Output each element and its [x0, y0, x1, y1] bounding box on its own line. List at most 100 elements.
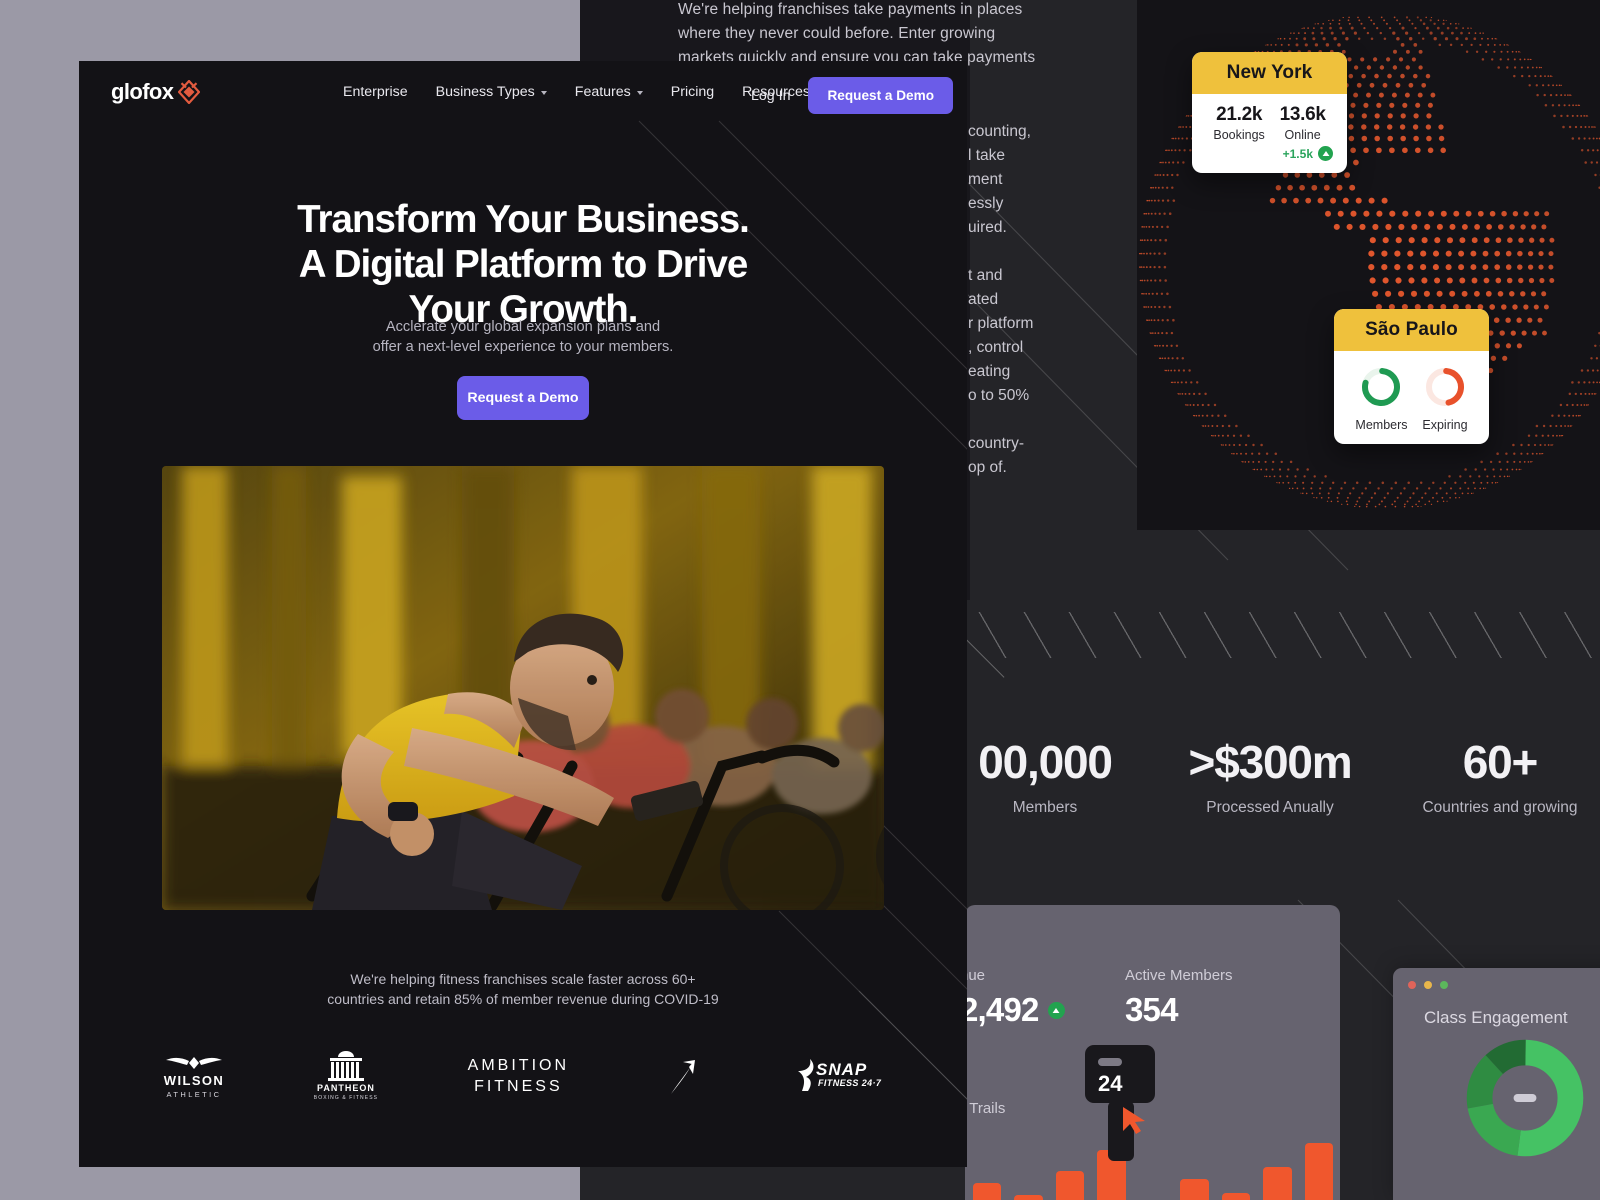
metric-delta: +1.5k	[1206, 146, 1333, 161]
ring-row: Members Expiring	[1348, 361, 1475, 432]
donut-ring-members-icon	[1362, 368, 1401, 406]
login-link[interactable]: Log In	[733, 88, 808, 104]
metric-label: Online	[1284, 128, 1321, 142]
metric-online: 13.6k Online	[1280, 104, 1326, 142]
nav-item-pricing[interactable]: Pricing	[657, 84, 728, 100]
metric-row: 21.2k Bookings 13.6k Online	[1206, 104, 1333, 142]
subtitle-line-2: offer a next-level experience to your me…	[372, 339, 674, 355]
bar	[1180, 1179, 1209, 1200]
city-card-title: São Paulo	[1334, 309, 1489, 351]
svg-text:SNAP: SNAP	[816, 1060, 867, 1079]
partner-name: WILSON	[163, 1073, 225, 1088]
chevron-down-icon	[540, 91, 547, 95]
bar	[1263, 1167, 1292, 1200]
diamond-fox-icon	[178, 80, 201, 104]
ring-label: Members	[1355, 418, 1408, 432]
dashboard-card[interactable]: nue 2,492 Active Members 354 e Trails	[965, 905, 1340, 1200]
partner-name: AMBITION	[467, 1056, 570, 1074]
title-line-2: A Digital Platform to Drive	[298, 242, 749, 286]
delta-value: +1.5k	[1282, 146, 1313, 161]
active-label: Active Members	[1125, 967, 1233, 984]
globe-panel: New York 21.2k Bookings 13.6k Online +1.…	[1137, 0, 1600, 530]
cursor-pointer-icon	[1123, 1107, 1145, 1134]
partner-logo-wilson: WILSON ATHLETIC	[164, 1053, 224, 1099]
chart-tooltip: 24	[1085, 1045, 1155, 1113]
window-title: Class Engagement	[1424, 1008, 1568, 1027]
stat-caption: Processed Anually	[1206, 799, 1334, 816]
ring-members: Members	[1355, 365, 1408, 432]
nav-label: Business Types	[435, 84, 535, 100]
foreground-landing-panel: glofox Enterprise Business Types Feature…	[79, 61, 967, 1167]
close-dot-icon[interactable]	[1408, 981, 1416, 989]
request-demo-button-nav[interactable]: Request a Demo	[808, 77, 953, 114]
class-engagement-window[interactable]: Class Engagement	[1393, 968, 1600, 1200]
stat-number: >$300m	[1188, 736, 1353, 788]
city-card-sao-paulo[interactable]: São Paulo Members Expiring	[1334, 309, 1489, 444]
brand-logo[interactable]: glofox	[111, 79, 201, 105]
tooltip-pill	[1098, 1058, 1122, 1066]
up-triangle-icon	[1047, 1001, 1065, 1019]
revenue-label: nue	[965, 967, 986, 984]
partner-logo-ambition-fitness: AMBITION FITNESS	[468, 1057, 569, 1096]
partner-sub: BOXING & FITNESS	[313, 1095, 379, 1101]
stat-number: 60+	[1462, 736, 1539, 788]
minimize-dot-icon[interactable]	[1424, 981, 1432, 989]
hero-subtitle: Acclerate your global expansion plans an…	[223, 317, 823, 357]
bar	[1014, 1195, 1043, 1200]
partner-name: PANTHEON	[317, 1083, 375, 1093]
request-demo-button-hero[interactable]: Request a Demo	[457, 376, 589, 420]
bar	[1055, 1171, 1085, 1200]
nav-item-features[interactable]: Features	[561, 84, 657, 100]
subtitle-line-1: Acclerate your global expansion plans an…	[385, 319, 661, 335]
maximize-dot-icon[interactable]	[1440, 981, 1448, 989]
arrow-icon	[670, 1060, 695, 1094]
partner-sub: ATHLETIC	[166, 1090, 222, 1099]
metric-bookings: 21.2k Bookings	[1213, 104, 1264, 142]
ring-expiring: Expiring	[1422, 365, 1468, 432]
nav-actions: Log In Request a Demo	[733, 77, 953, 114]
metric-value: 21.2k	[1216, 104, 1263, 125]
dashboard-bar-chart	[973, 1135, 1333, 1200]
ring-label: Expiring	[1422, 418, 1468, 432]
title-line-1: Transform Your Business.	[297, 197, 750, 241]
dashboard-trails-label: e Trails	[965, 1100, 1006, 1117]
window-traffic-lights	[1408, 981, 1448, 989]
bar	[1304, 1143, 1333, 1200]
tooltip-value: 24	[1098, 1071, 1123, 1096]
nav-label: Enterprise	[343, 84, 408, 100]
social-proof-line-1: We're helping fitness franchises scale f…	[350, 971, 696, 987]
stat-countries: 60+ Countries and growing	[1390, 735, 1600, 817]
building-icon	[327, 1051, 364, 1081]
partner-logo-snap-fitness: SNAP FITNESS 24·7	[792, 1059, 882, 1093]
stat-processed: >$300m Processed Anually	[1160, 735, 1380, 817]
diagonal-stripe-band	[960, 612, 1600, 658]
bar	[973, 1183, 1002, 1200]
metric-value: 13.6k	[1279, 104, 1326, 125]
partner-logo-pantheon: PANTHEON BOXING & FITNESS	[314, 1051, 378, 1101]
nav-label: Pricing	[670, 84, 715, 100]
brand-name: glofox	[111, 79, 174, 104]
nav-item-business-types[interactable]: Business Types	[422, 84, 561, 100]
partner-sub: FITNESS	[474, 1077, 563, 1095]
city-card-body: 21.2k Bookings 13.6k Online +1.5k	[1192, 94, 1347, 173]
stat-caption: Countries and growing	[1422, 799, 1578, 816]
revenue-value: 2,492	[965, 991, 1039, 1028]
city-card-title: New York	[1192, 52, 1347, 94]
city-card-new-york[interactable]: New York 21.2k Bookings 13.6k Online +1.…	[1192, 52, 1347, 173]
nav-label: Features	[574, 84, 631, 100]
wings-icon	[166, 1057, 222, 1069]
snap-icon: SNAP FITNESS 24·7	[798, 1059, 882, 1091]
donut-ring-expiring-icon	[1425, 368, 1464, 406]
social-proof-line-2: countries and retain 85% of member reven…	[327, 991, 719, 1007]
svg-text:FITNESS 24·7: FITNESS 24·7	[818, 1078, 882, 1088]
engagement-donut-chart	[1466, 1039, 1584, 1157]
gym-photo-illustration	[162, 466, 884, 910]
social-proof-text: We're helping fitness franchises scale f…	[223, 969, 823, 1009]
hero-image	[162, 466, 884, 910]
up-triangle-icon	[1318, 146, 1333, 161]
active-value: 354	[1125, 991, 1178, 1028]
bar	[1221, 1193, 1251, 1200]
nav-item-enterprise[interactable]: Enterprise	[329, 84, 422, 100]
page-title: Transform Your Business. A Digital Platf…	[163, 197, 883, 332]
top-navigation: glofox Enterprise Business Types Feature…	[79, 61, 967, 125]
